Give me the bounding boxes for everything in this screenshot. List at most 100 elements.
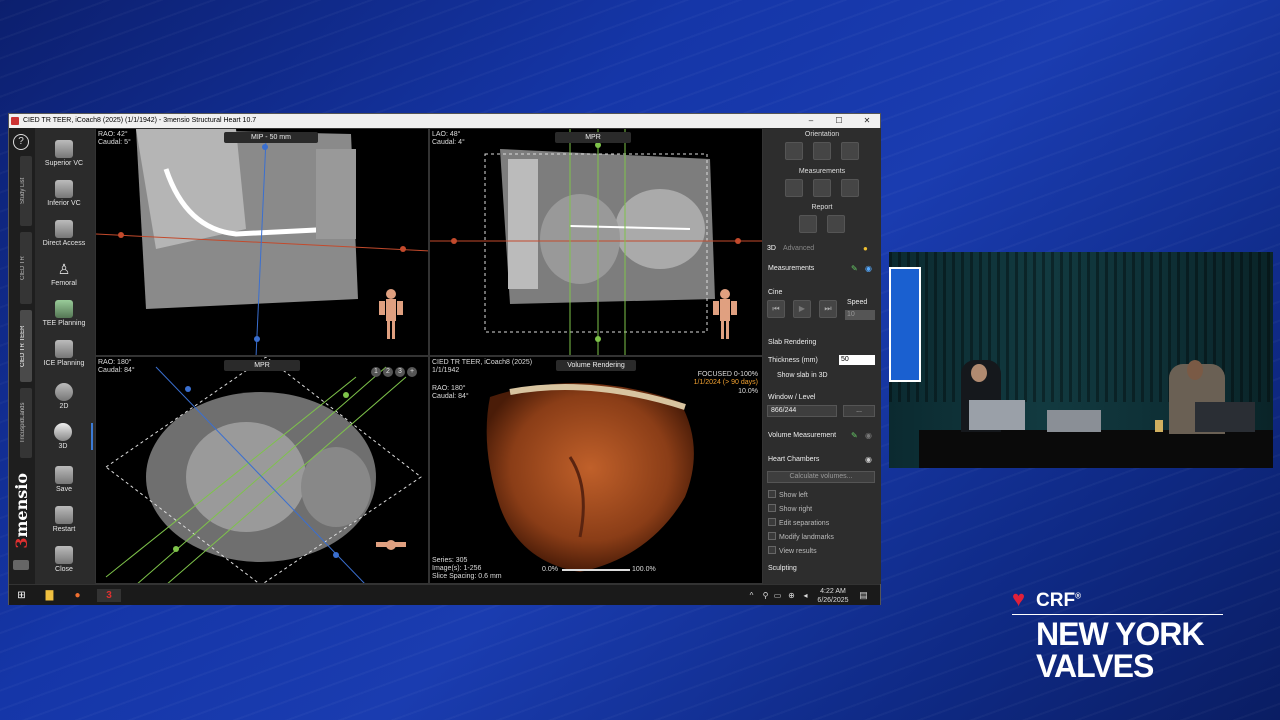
tab-3d-panel[interactable]: 3D (767, 245, 779, 252)
orient-back-icon[interactable] (841, 142, 859, 160)
windows-start-icon[interactable]: ⊞ (15, 589, 28, 602)
title-bar: CIED TR TEER, iCoach8 (2025) (1/1/1942) … (9, 114, 880, 128)
bulb-icon[interactable]: ● (863, 244, 868, 253)
viewport-mpr-top[interactable]: LAO: 48° Caudal: 4° MPR (429, 128, 763, 356)
speaker-left-head (971, 364, 987, 382)
orient-front-icon[interactable] (785, 142, 803, 160)
tab-study-list[interactable]: Study List (20, 156, 32, 226)
play-icon[interactable]: ▶ (793, 300, 811, 318)
3mensio-taskbar-icon[interactable]: 3 (97, 589, 121, 602)
window-title: CIED TR TEER, iCoach8 (2025) (1/1/1942) … (23, 117, 257, 124)
viewport-mpr-bottom[interactable]: RAO: 180° Caudal: 84° MPR 1 2 3 + (95, 356, 429, 584)
vp3-mode-dropdown[interactable]: MPR (224, 360, 300, 371)
taskbar-clock[interactable]: 4:22 AM 6/26/2025 (815, 587, 851, 605)
3d-icon (54, 423, 72, 441)
edit-separations-checkbox[interactable]: Edit separations (768, 518, 829, 527)
tool-tee-planning[interactable]: TEE Planning (35, 300, 93, 327)
eye-icon[interactable]: ◉ (865, 264, 872, 273)
tool-direct-access[interactable]: Direct Access (35, 220, 93, 247)
show-right-checkbox[interactable]: Show right (768, 504, 812, 513)
maximize-button[interactable]: ☐ (825, 114, 853, 128)
tool-superior-vc[interactable]: Superior VC (35, 140, 93, 167)
tool-2d[interactable]: 2D (35, 383, 93, 410)
next-frame-icon[interactable]: ⏭ (819, 300, 837, 318)
vp4-study: CIED TR TEER, iCoach8 (2025) (432, 359, 533, 366)
area-icon[interactable] (841, 179, 859, 197)
thickness-field[interactable]: 50 (839, 355, 875, 365)
speed-label: Speed (847, 299, 868, 306)
view-results-checkbox[interactable]: View results (768, 546, 817, 555)
prev-frame-icon[interactable]: ⏮ (767, 300, 785, 318)
brand-divider (1012, 614, 1223, 615)
vp4-bar-max: 100.0% (632, 566, 656, 573)
2d-icon (55, 383, 73, 401)
modify-landmarks-checkbox[interactable]: Modify landmarks (768, 532, 834, 541)
speaker-right-head (1187, 360, 1203, 380)
mip-image (96, 129, 428, 355)
report-icon[interactable] (827, 215, 845, 233)
thickness-label: Thickness (mm) (768, 357, 818, 364)
restart-button[interactable]: Restart (35, 506, 93, 533)
vol-eye-icon[interactable]: ◉ (865, 431, 872, 440)
nav-1-button[interactable]: 1 (371, 367, 381, 377)
tab-tricuspid-lands[interactable]: TricuspidLands (20, 388, 32, 458)
close-window-button[interactable]: ✕ (853, 114, 881, 128)
tool-3d[interactable]: 3D (35, 423, 93, 450)
report-header: Report (811, 204, 833, 211)
snapshot-icon[interactable] (799, 215, 817, 233)
calculate-volumes-button[interactable]: Calculate volumes... (767, 471, 875, 483)
vp1-mode-dropdown[interactable]: MIP - 50 mm (224, 132, 318, 143)
show-left-checkbox[interactable]: Show left (768, 490, 808, 499)
app-window: CIED TR TEER, iCoach8 (2025) (1/1/1942) … (8, 113, 881, 605)
tab-cied-tr-teer[interactable]: CIED TR TEER (20, 310, 32, 382)
minimize-button[interactable]: – (797, 114, 825, 128)
cup (1155, 420, 1163, 432)
restart-icon (55, 506, 73, 524)
vol-pencil-icon[interactable]: ✎ (851, 431, 858, 440)
file-explorer-icon[interactable]: ▇ (43, 589, 56, 602)
ice-planning-icon (55, 340, 73, 358)
window-level-label: Window / Level (768, 394, 816, 401)
tab-cied-tr[interactable]: CIED TR (20, 232, 32, 304)
viewport-mip[interactable]: RAO: 42° Caudal: 5° MIP - 50 mm (95, 128, 429, 356)
tab-advanced[interactable]: Advanced (783, 245, 814, 252)
tray-chevron-icon[interactable]: ^ (745, 589, 758, 602)
tool-inferior-vc[interactable]: Inferior VC (35, 180, 93, 207)
angle-icon[interactable] (813, 179, 831, 197)
thumbnail-icon (13, 560, 29, 570)
help-icon[interactable]: ? (13, 134, 29, 150)
notification-icon[interactable]: ▤ (857, 589, 870, 602)
nav-2-button[interactable]: 2 (383, 367, 393, 377)
app-icon (11, 117, 19, 125)
opacity-slider[interactable] (562, 569, 630, 571)
viewport-volume-rendering[interactable]: CIED TR TEER, iCoach8 (2025) 1/1/1942 RA… (429, 356, 763, 584)
vertical-tabs: ? Study List CIED TR CIED TR TEER Tricus… (9, 128, 35, 584)
tray-battery-icon[interactable]: ▭ (771, 589, 784, 602)
show-slab-label[interactable]: Show slab in 3D (777, 372, 828, 379)
volume-measurement-label: Volume Measurement (768, 432, 837, 439)
save-button[interactable]: Save (35, 466, 93, 493)
save-icon (55, 466, 73, 484)
tool-femoral[interactable]: ♙ Femoral (35, 260, 93, 287)
inferior-vc-icon (55, 180, 73, 198)
close-button[interactable]: Close (35, 546, 93, 573)
tool-ice-planning[interactable]: ICE Planning (35, 340, 93, 367)
pencil-icon[interactable]: ✎ (851, 264, 858, 273)
right-panel: Orientation Measurements Report 3D Advan… (763, 128, 881, 584)
tray-globe-icon[interactable]: ⊕ (785, 589, 798, 602)
tray-volume-icon[interactable]: ◂ (799, 589, 812, 602)
nav-add-button[interactable]: + (407, 367, 417, 377)
window-level-dropdown[interactable]: 866/244 (767, 405, 837, 417)
ruler-icon[interactable] (785, 179, 803, 197)
orient-side-icon[interactable] (813, 142, 831, 160)
vp4-mode-dropdown[interactable]: Volume Rendering (556, 360, 636, 371)
firefox-icon[interactable]: ● (71, 589, 84, 602)
speed-field[interactable]: 10 (845, 310, 875, 320)
nav-3-button[interactable]: 3 (395, 367, 405, 377)
vp2-mode-dropdown[interactable]: MPR (555, 132, 631, 143)
window-level-more-button[interactable]: ... (843, 405, 875, 417)
person-icon: ♙ (57, 261, 71, 277)
app-logo: 3mensio (12, 473, 31, 549)
chambers-eye-icon[interactable]: ◉ (865, 455, 872, 464)
direct-access-icon (55, 220, 73, 238)
